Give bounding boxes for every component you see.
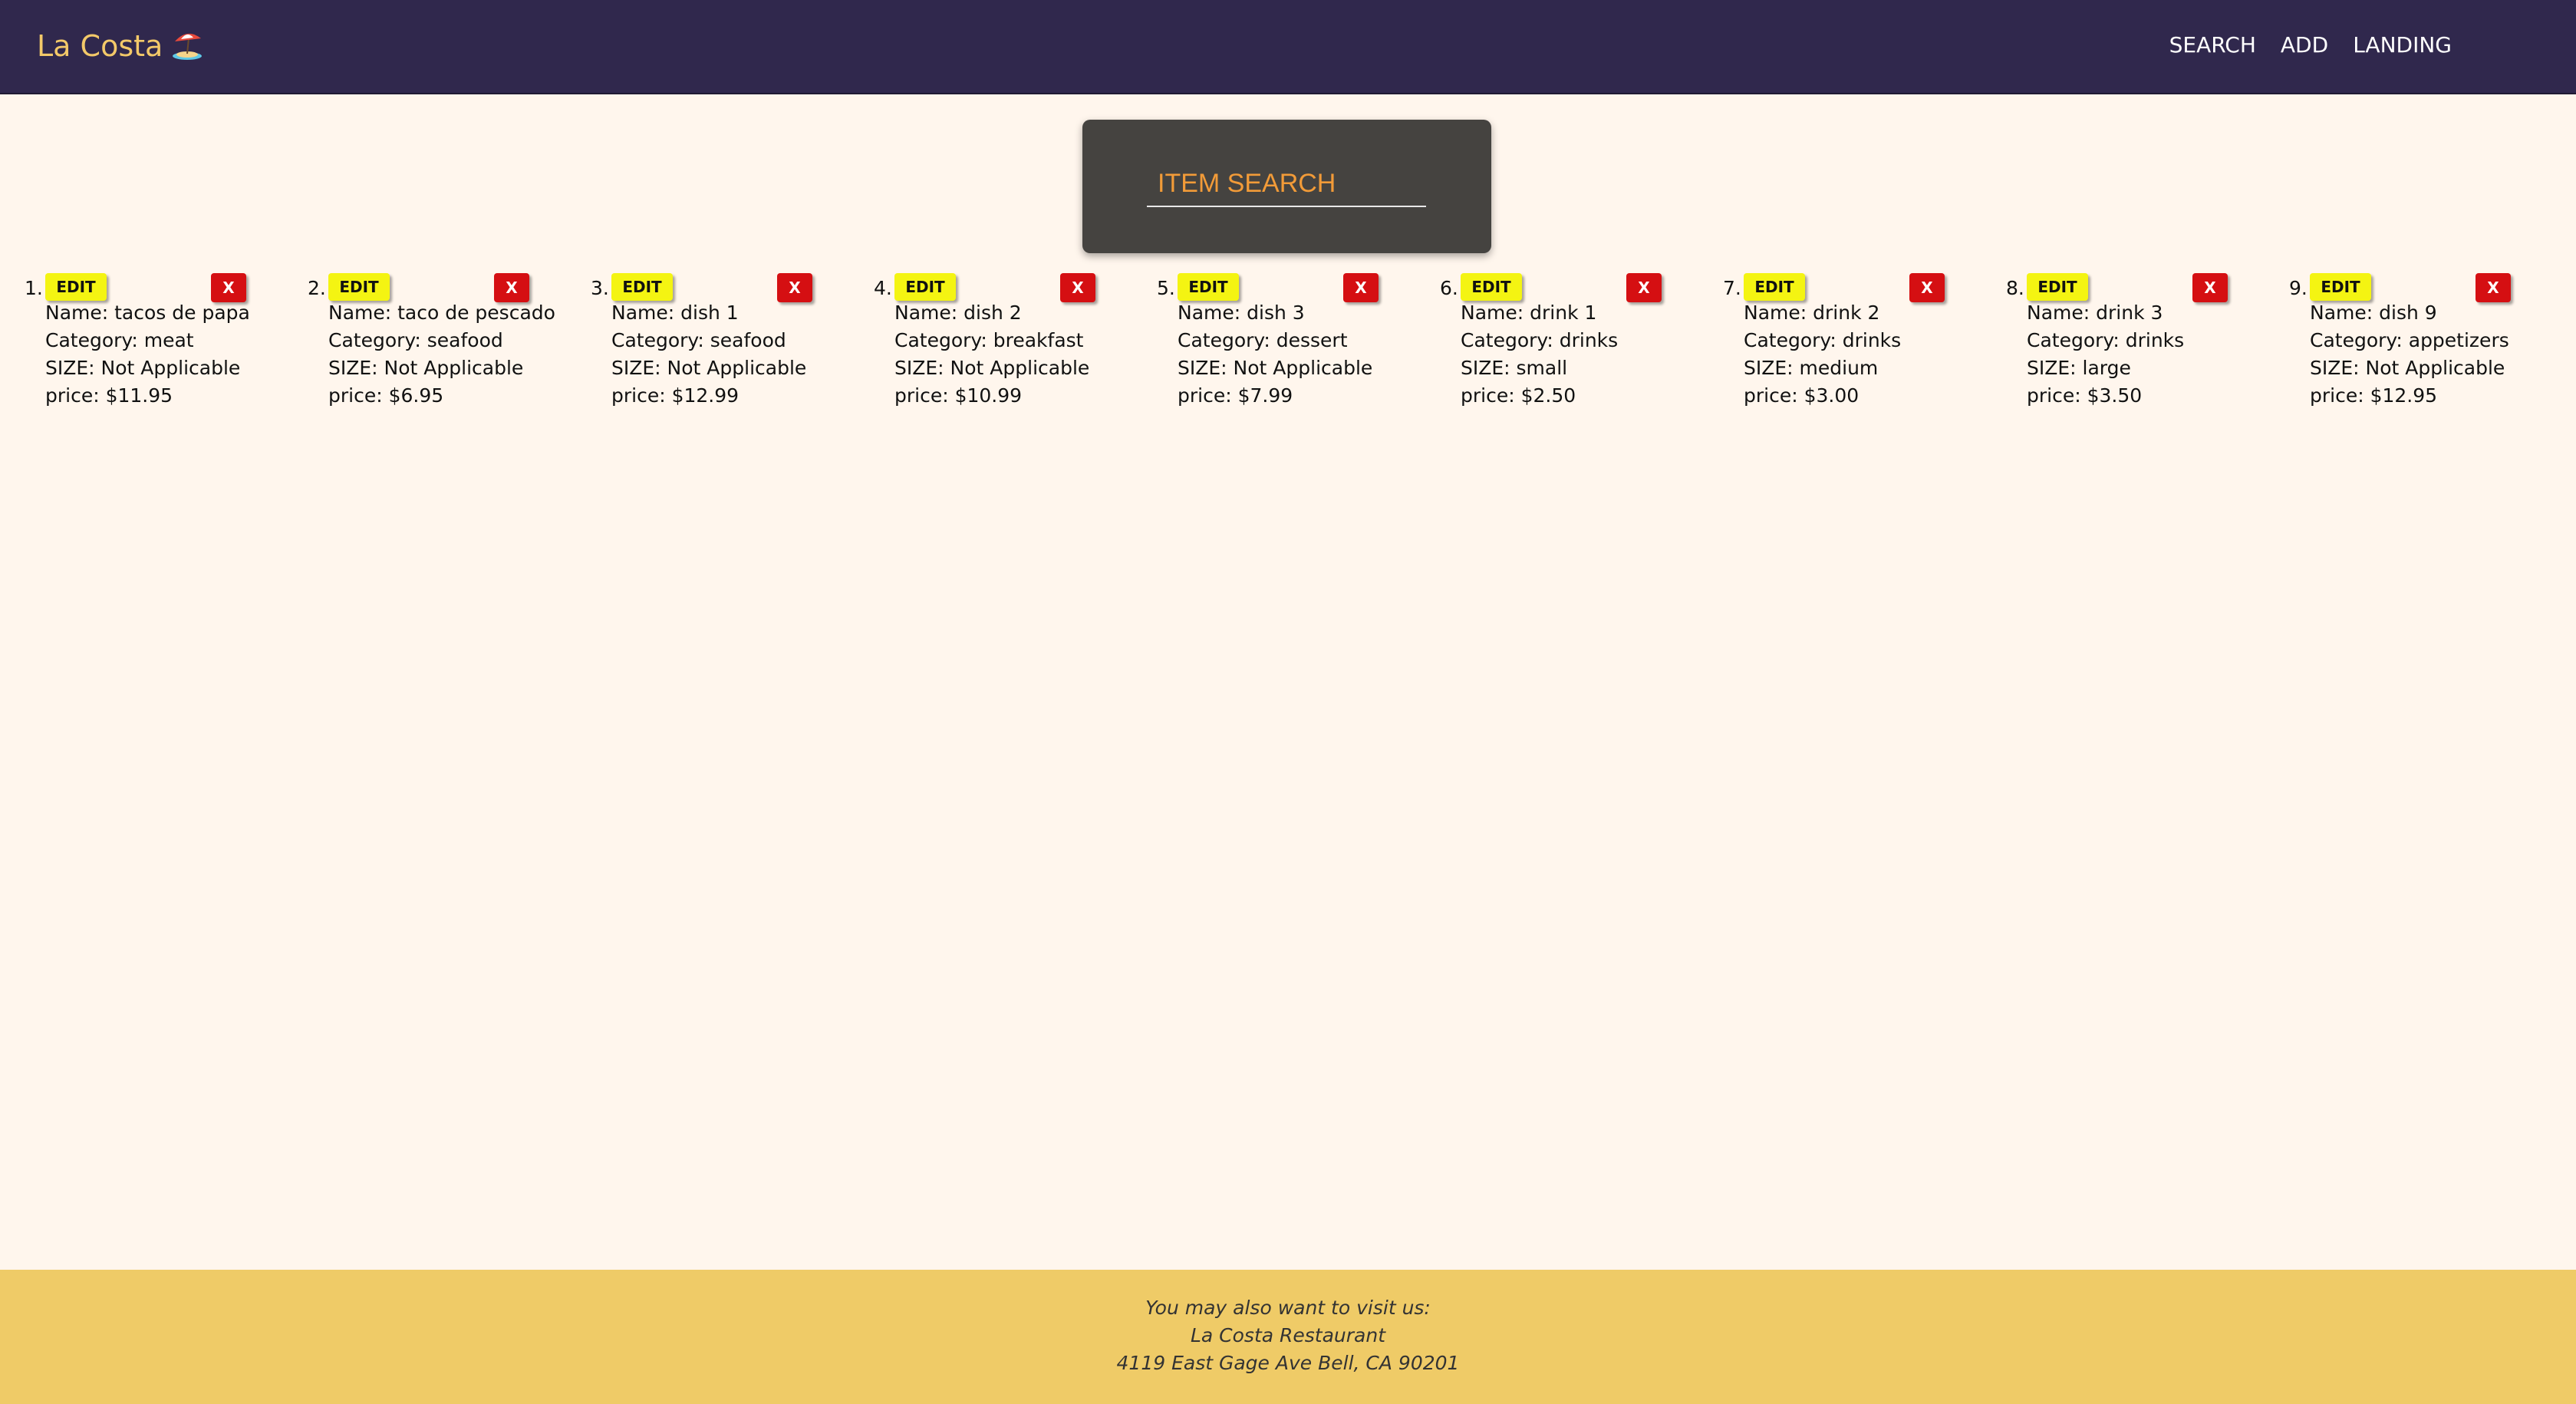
delete-button[interactable]: X	[1343, 273, 1379, 302]
list-item: 1. EDIT X Name: tacos de papa Category: …	[25, 272, 255, 425]
item-size: SIZE: Not Applicable	[45, 357, 241, 379]
edit-button[interactable]: EDIT	[611, 273, 673, 301]
list-item: 5. EDIT X Name: dish 3 Category: dessert…	[1157, 272, 1387, 425]
list-item: 6. EDIT X Name: drink 1 Category: drinks…	[1440, 272, 1670, 425]
delete-button[interactable]: X	[1626, 273, 1662, 302]
delete-button[interactable]: X	[211, 273, 246, 302]
edit-button[interactable]: EDIT	[894, 273, 956, 301]
brand-name: La Costa	[37, 29, 163, 63]
item-size: SIZE: Not Applicable	[1178, 357, 1373, 379]
item-name: Name: dish 3	[1178, 302, 1305, 324]
item-number: 6.	[1440, 277, 1458, 299]
item-category: Category: drinks	[1461, 329, 1619, 351]
item-number: 3.	[591, 277, 609, 299]
list-item: 3. EDIT X Name: dish 1 Category: seafood…	[591, 272, 821, 425]
item-number: 7.	[1723, 277, 1741, 299]
item-size: SIZE: small	[1461, 357, 1568, 379]
item-category: Category: drinks	[2027, 329, 2185, 351]
list-item: 7. EDIT X Name: drink 2 Category: drinks…	[1723, 272, 1953, 425]
list-item: 9. EDIT X Name: dish 9 Category: appetiz…	[2289, 272, 2519, 425]
search-card	[1082, 120, 1491, 253]
edit-button[interactable]: EDIT	[1461, 273, 1522, 301]
delete-button[interactable]: X	[2192, 273, 2228, 302]
item-name: Name: dish 2	[894, 302, 1022, 324]
item-price: price: $11.95	[45, 384, 173, 407]
edit-button[interactable]: EDIT	[1178, 273, 1239, 301]
item-name: Name: drink 3	[2027, 302, 2163, 324]
footer: You may also want to visit us: La Costa …	[0, 1270, 2576, 1404]
item-number: 9.	[2289, 277, 2308, 299]
edit-button[interactable]: EDIT	[2310, 273, 2371, 301]
nav-link-add[interactable]: ADD	[2281, 32, 2328, 58]
item-name: Name: dish 9	[2310, 302, 2437, 324]
item-category: Category: seafood	[328, 329, 503, 351]
edit-button[interactable]: EDIT	[2027, 273, 2088, 301]
item-name: Name: dish 1	[611, 302, 739, 324]
item-name: Name: tacos de papa	[45, 302, 250, 324]
item-price: price: $7.99	[1178, 384, 1293, 407]
item-category: Category: breakfast	[894, 329, 1084, 351]
item-name: Name: drink 1	[1461, 302, 1597, 324]
item-name: Name: drink 2	[1744, 302, 1880, 324]
edit-button[interactable]: EDIT	[1744, 273, 1805, 301]
item-size: SIZE: Not Applicable	[894, 357, 1090, 379]
list-item: 4. EDIT X Name: dish 2 Category: breakfa…	[874, 272, 1104, 425]
edit-button[interactable]: EDIT	[328, 273, 390, 301]
item-number: 5.	[1157, 277, 1175, 299]
item-category: Category: drinks	[1744, 329, 1902, 351]
brand[interactable]: La Costa	[37, 29, 204, 63]
item-name: Name: taco de pescado	[328, 302, 555, 324]
delete-button[interactable]: X	[1909, 273, 1945, 302]
item-price: price: $6.95	[328, 384, 444, 407]
item-search-input[interactable]	[1147, 161, 1426, 207]
item-size: SIZE: Not Applicable	[328, 357, 524, 379]
item-number: 1.	[25, 277, 43, 299]
beach-umbrella-icon	[170, 31, 204, 61]
item-size: SIZE: Not Applicable	[611, 357, 807, 379]
item-list: 1. EDIT X Name: tacos de papa Category: …	[0, 272, 2576, 425]
item-number: 4.	[874, 277, 892, 299]
delete-button[interactable]: X	[1060, 273, 1095, 302]
footer-address: 4119 East Gage Ave Bell, CA 90201	[1116, 1352, 1460, 1374]
delete-button[interactable]: X	[494, 273, 529, 302]
delete-button[interactable]: X	[777, 273, 812, 302]
item-size: SIZE: Not Applicable	[2310, 357, 2505, 379]
item-price: price: $3.00	[1744, 384, 1860, 407]
nav-link-landing[interactable]: LANDING	[2353, 32, 2452, 58]
item-category: Category: meat	[45, 329, 194, 351]
delete-button[interactable]: X	[2476, 273, 2511, 302]
item-size: SIZE: medium	[1744, 357, 1879, 379]
navbar: La Costa SEARCH ADD LANDING	[0, 0, 2576, 94]
nav-link-search[interactable]: SEARCH	[2169, 32, 2256, 58]
list-item: 2. EDIT X Name: taco de pescado Category…	[308, 272, 555, 425]
footer-intro: You may also want to visit us:	[1145, 1297, 1431, 1319]
item-price: price: $12.99	[611, 384, 740, 407]
footer-restaurant-name[interactable]: La Costa Restaurant	[0, 1322, 2576, 1350]
edit-button[interactable]: EDIT	[45, 273, 107, 301]
list-item: 8. EDIT X Name: drink 3 Category: drinks…	[2006, 272, 2236, 425]
item-size: SIZE: large	[2027, 357, 2131, 379]
item-number: 2.	[308, 277, 326, 299]
item-category: Category: appetizers	[2310, 329, 2509, 351]
item-price: price: $10.99	[894, 384, 1023, 407]
item-price: price: $2.50	[1461, 384, 1576, 407]
nav-links: SEARCH ADD LANDING	[2169, 32, 2452, 58]
item-category: Category: dessert	[1178, 329, 1348, 351]
item-number: 8.	[2006, 277, 2024, 299]
item-price: price: $3.50	[2027, 384, 2143, 407]
item-category: Category: seafood	[611, 329, 786, 351]
item-price: price: $12.95	[2310, 384, 2438, 407]
